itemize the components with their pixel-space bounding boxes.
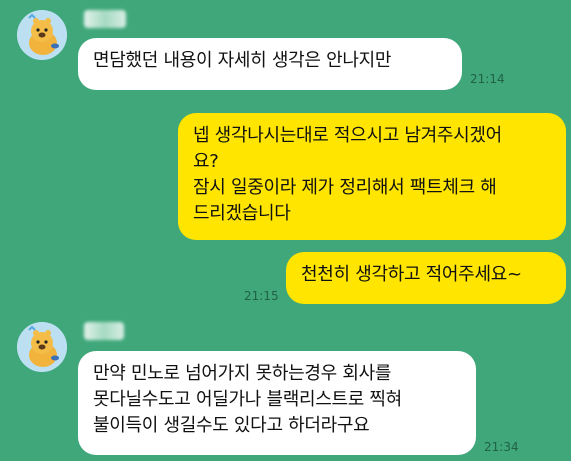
sender-avatar-icon[interactable]: [17, 322, 67, 372]
message-time-3: 21:15: [244, 289, 279, 303]
sender-avatar-icon[interactable]: [17, 10, 67, 60]
sender-name: [84, 10, 126, 28]
message-time-4: 21:34: [484, 440, 519, 454]
message-bubble-2[interactable]: 넵 생각나시는대로 적으시고 남겨주시겠어 요? 잠시 일중이라 제가 정리해서…: [178, 113, 566, 240]
sender-name: [84, 322, 124, 340]
message-bubble-4[interactable]: 만약 민노로 넘어가지 못하는경우 회사를 못다닐수도고 어딜가나 블랙리스트로…: [78, 351, 476, 455]
message-bubble-3[interactable]: 천천히 생각하고 적어주세요~: [286, 252, 566, 304]
message-time-1: 21:14: [470, 72, 505, 86]
message-bubble-1[interactable]: 면담했던 내용이 자세히 생각은 안나지만: [78, 38, 462, 90]
